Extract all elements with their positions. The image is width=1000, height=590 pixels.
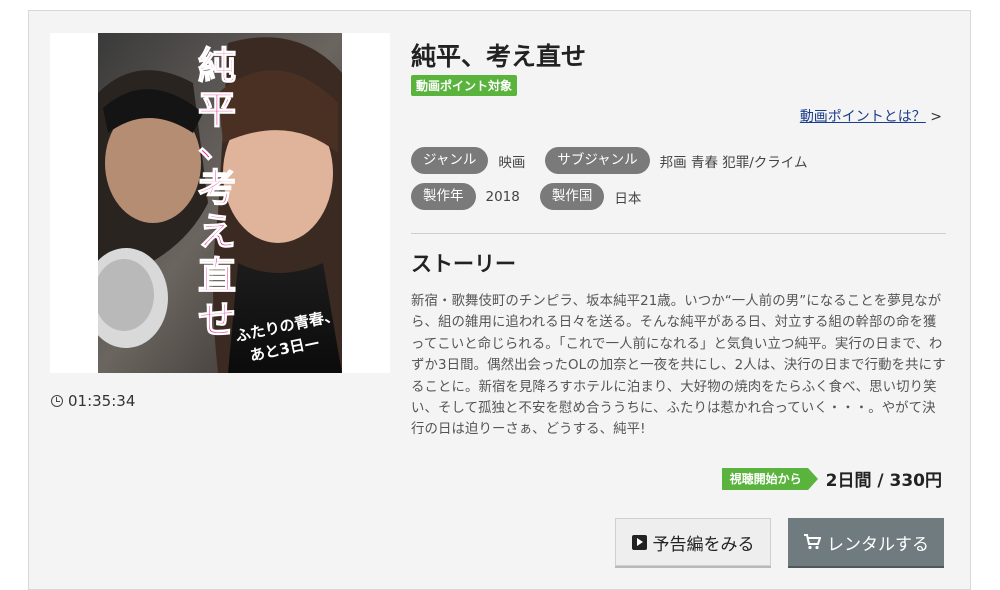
cart-icon [804,534,821,550]
poster-title-char: せ [198,298,236,342]
chevron-right-icon: > [930,109,942,125]
poster-title-char: 考 [198,166,236,210]
year-label: 製作年 [411,183,476,210]
poster-image: 純 平 、 考 え 直 せ ふたりの青春、 あと3日— [98,33,342,373]
rent-button[interactable]: レンタルする [788,518,944,566]
story-text: 新宿・歌舞伎町のチンピラ、坂本純平21歳。いつか“一人前の男”になることを夢見な… [411,294,946,438]
duration: 01:35:34 [51,392,135,410]
trailer-button[interactable]: 予告編をみる [615,518,771,566]
poster-title-char: 直 [198,254,236,298]
poster-title-char: 純 [198,44,236,88]
divider [411,233,946,234]
country-value: 日本 [614,190,642,207]
rent-button-label: レンタルする [827,534,929,554]
year-value: 2018 [485,188,520,205]
genre-label: ジャンル [411,147,489,174]
point-info-link[interactable]: 動画ポイントとは？ [800,109,926,125]
movie-detail-card: 純 平 、 考 え 直 せ ふたりの青春、 あと3日— 01:35:34 純平、… [28,10,971,590]
trailer-button-label: 予告編をみる [652,534,755,554]
duration-value: 01:35:34 [68,392,136,410]
genre-value[interactable]: 映画 [498,151,525,171]
poster-title-char: 、 [198,122,236,166]
rental-price: 2日間 / 330円 [825,471,942,491]
page-title: 純平、考え直せ [411,42,587,71]
subgenre-label: サブジャンル [545,147,650,174]
subgenre-value[interactable]: 邦画 青春 犯罪/クライム [660,151,808,171]
movie-poster: 純 平 、 考 え 直 せ ふたりの青春、 あと3日— [50,33,390,373]
point-eligible-badge: 動画ポイント対象 [411,75,518,96]
meta-row-production: 製作年 2018 製作国 日本 [411,183,661,210]
point-info-link-row: 動画ポイントとは？ > [800,106,942,126]
meta-row-genre: ジャンル 映画 サブジャンル 邦画 青春 犯罪/クライム [411,147,828,174]
price-row: 視聴開始から 2日間 / 330円 [721,466,942,491]
play-icon [631,534,647,550]
viewing-period-tag: 視聴開始から [721,467,818,490]
country-label: 製作国 [539,183,605,210]
story-heading: ストーリー [411,252,516,276]
poster-title-char: え [198,210,236,254]
clock-icon [51,395,63,407]
